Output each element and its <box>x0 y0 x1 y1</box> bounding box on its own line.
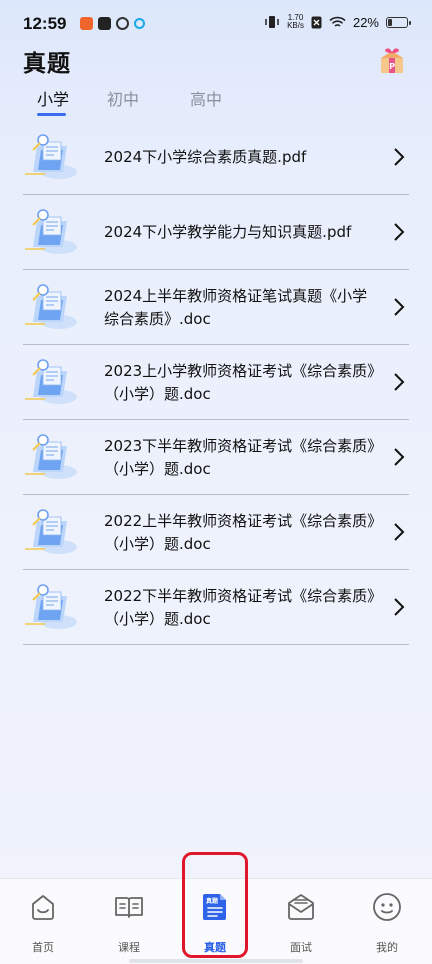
envelope-icon <box>288 894 314 920</box>
document-folder-illustration-icon <box>25 284 77 329</box>
file-list: 2024下小学综合素质真题.pdf 2024下小学教学能力与知识真题.pdf 2… <box>23 120 409 645</box>
status-right: 1.70 KB/s 22% <box>264 13 411 30</box>
gift-box-icon[interactable]: P <box>376 44 408 76</box>
document-folder-illustration-icon <box>25 134 77 179</box>
document-folder-illustration-icon <box>25 434 77 479</box>
network-speed: 1.70 KB/s <box>287 13 304 30</box>
nav-label: 课程 <box>118 941 140 954</box>
active-tab-indicator <box>37 113 66 116</box>
status-bar: 12:59 1.70 KB/s 22% <box>0 0 432 50</box>
notification-icons <box>80 17 145 30</box>
file-list-item[interactable]: 2024下小学综合素质真题.pdf <box>23 120 409 195</box>
tab-primary[interactable]: 小学 <box>37 86 69 110</box>
chevron-right-icon <box>394 223 405 241</box>
open-book-icon <box>115 897 143 918</box>
app-notification-icon <box>80 17 93 30</box>
file-list-item[interactable]: 2023上小学教师资格证考试《综合素质》（小学）题.doc <box>23 345 409 420</box>
wifi-icon <box>329 16 346 27</box>
nav-label: 面试 <box>290 941 312 954</box>
chevron-right-icon <box>394 523 405 541</box>
nav-courses[interactable]: 课程 <box>86 879 172 964</box>
profile-face-icon <box>373 893 401 921</box>
page-title: 真题 <box>23 51 71 77</box>
home-indicator[interactable] <box>129 959 303 963</box>
highlight-annotation-box <box>182 852 248 958</box>
chevron-right-icon <box>394 148 405 166</box>
battery-icon <box>386 16 411 28</box>
chevron-right-icon <box>394 373 405 391</box>
video-app-notification-icon <box>98 17 111 30</box>
file-name: 2022下半年教师资格证考试《综合素质》（小学）题.doc <box>104 587 375 628</box>
nav-label: 首页 <box>32 941 54 954</box>
file-list-item[interactable]: 2024上半年教师资格证笔试真题《小学综合素质》.doc <box>23 270 409 345</box>
chevron-right-icon <box>394 298 405 316</box>
battery-percent: 22% <box>352 14 379 30</box>
circle-app-notification-icon <box>134 18 145 29</box>
nav-profile[interactable]: 我的 <box>344 879 430 964</box>
file-list-item[interactable]: 2024下小学教学能力与知识真题.pdf <box>23 195 409 270</box>
file-name: 2024下小学教学能力与知识真题.pdf <box>104 223 352 241</box>
file-name: 2023下半年教师资格证考试《综合素质》（小学）题.doc <box>104 437 375 478</box>
document-folder-illustration-icon <box>25 359 77 404</box>
nav-interview[interactable]: 面试 <box>258 879 344 964</box>
tab-senior[interactable]: 高中 <box>190 86 222 110</box>
nav-label: 我的 <box>376 941 398 954</box>
file-list-item[interactable]: 2023下半年教师资格证考试《综合素质》（小学）题.doc <box>23 420 409 495</box>
file-name: 2023上小学教师资格证考试《综合素质》（小学）题.doc <box>104 362 375 403</box>
document-folder-illustration-icon <box>25 509 77 554</box>
file-list-item[interactable]: 2022下半年教师资格证考试《综合素质》（小学）题.doc <box>23 570 409 645</box>
file-name: 2022上半年教师资格证考试《综合素质》（小学）题.doc <box>104 512 375 553</box>
file-name: 2024下小学综合素质真题.pdf <box>104 148 307 166</box>
document-folder-illustration-icon <box>25 209 77 254</box>
no-sim-icon <box>311 16 322 28</box>
home-face-icon <box>32 895 54 920</box>
vibrate-icon <box>265 16 279 28</box>
file-name: 2024上半年教师资格证笔试真题《小学综合素质》.doc <box>104 287 368 328</box>
chevron-right-icon <box>394 598 405 616</box>
level-tabs: 小学 初中 高中 <box>0 86 432 116</box>
nav-home[interactable]: 首页 <box>0 879 86 964</box>
document-folder-illustration-icon <box>25 584 77 629</box>
status-time: 12:59 <box>23 14 67 33</box>
file-list-item[interactable]: 2022上半年教师资格证考试《综合素质》（小学）题.doc <box>23 495 409 570</box>
link-app-notification-icon <box>116 17 129 30</box>
chevron-right-icon <box>394 448 405 466</box>
svg-text:P: P <box>389 62 395 71</box>
tab-junior[interactable]: 初中 <box>107 86 139 110</box>
